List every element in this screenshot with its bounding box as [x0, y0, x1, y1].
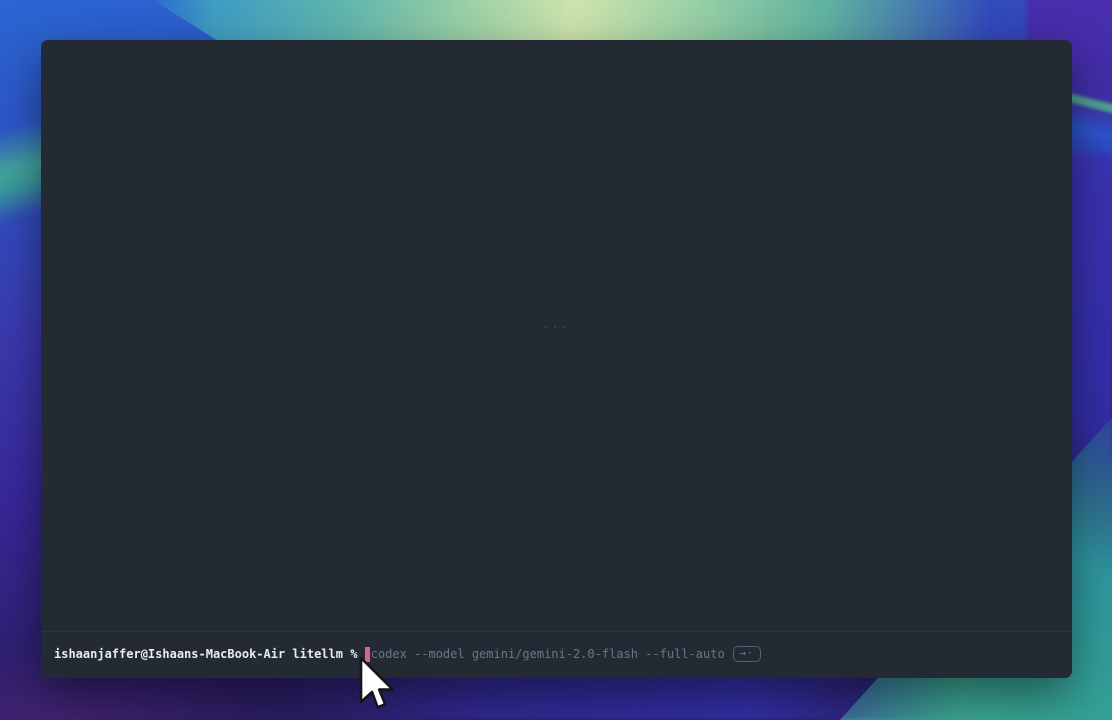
command-input[interactable]: ishaanjaffer@Ishaans-MacBook-Air litellm…	[54, 646, 761, 662]
loading-indicator: ···	[41, 321, 1072, 334]
prompt-separator	[41, 631, 1072, 632]
autosuggestion-text: codex --model gemini/gemini-2.0-flash --…	[371, 646, 725, 662]
terminal-window[interactable]: ··· ishaanjaffer@Ishaans-MacBook-Air lit…	[41, 40, 1072, 678]
tab-key-hint: →·	[733, 646, 761, 662]
shell-prompt: ishaanjaffer@Ishaans-MacBook-Air litellm…	[54, 646, 365, 662]
mouse-cursor-icon	[358, 656, 398, 714]
